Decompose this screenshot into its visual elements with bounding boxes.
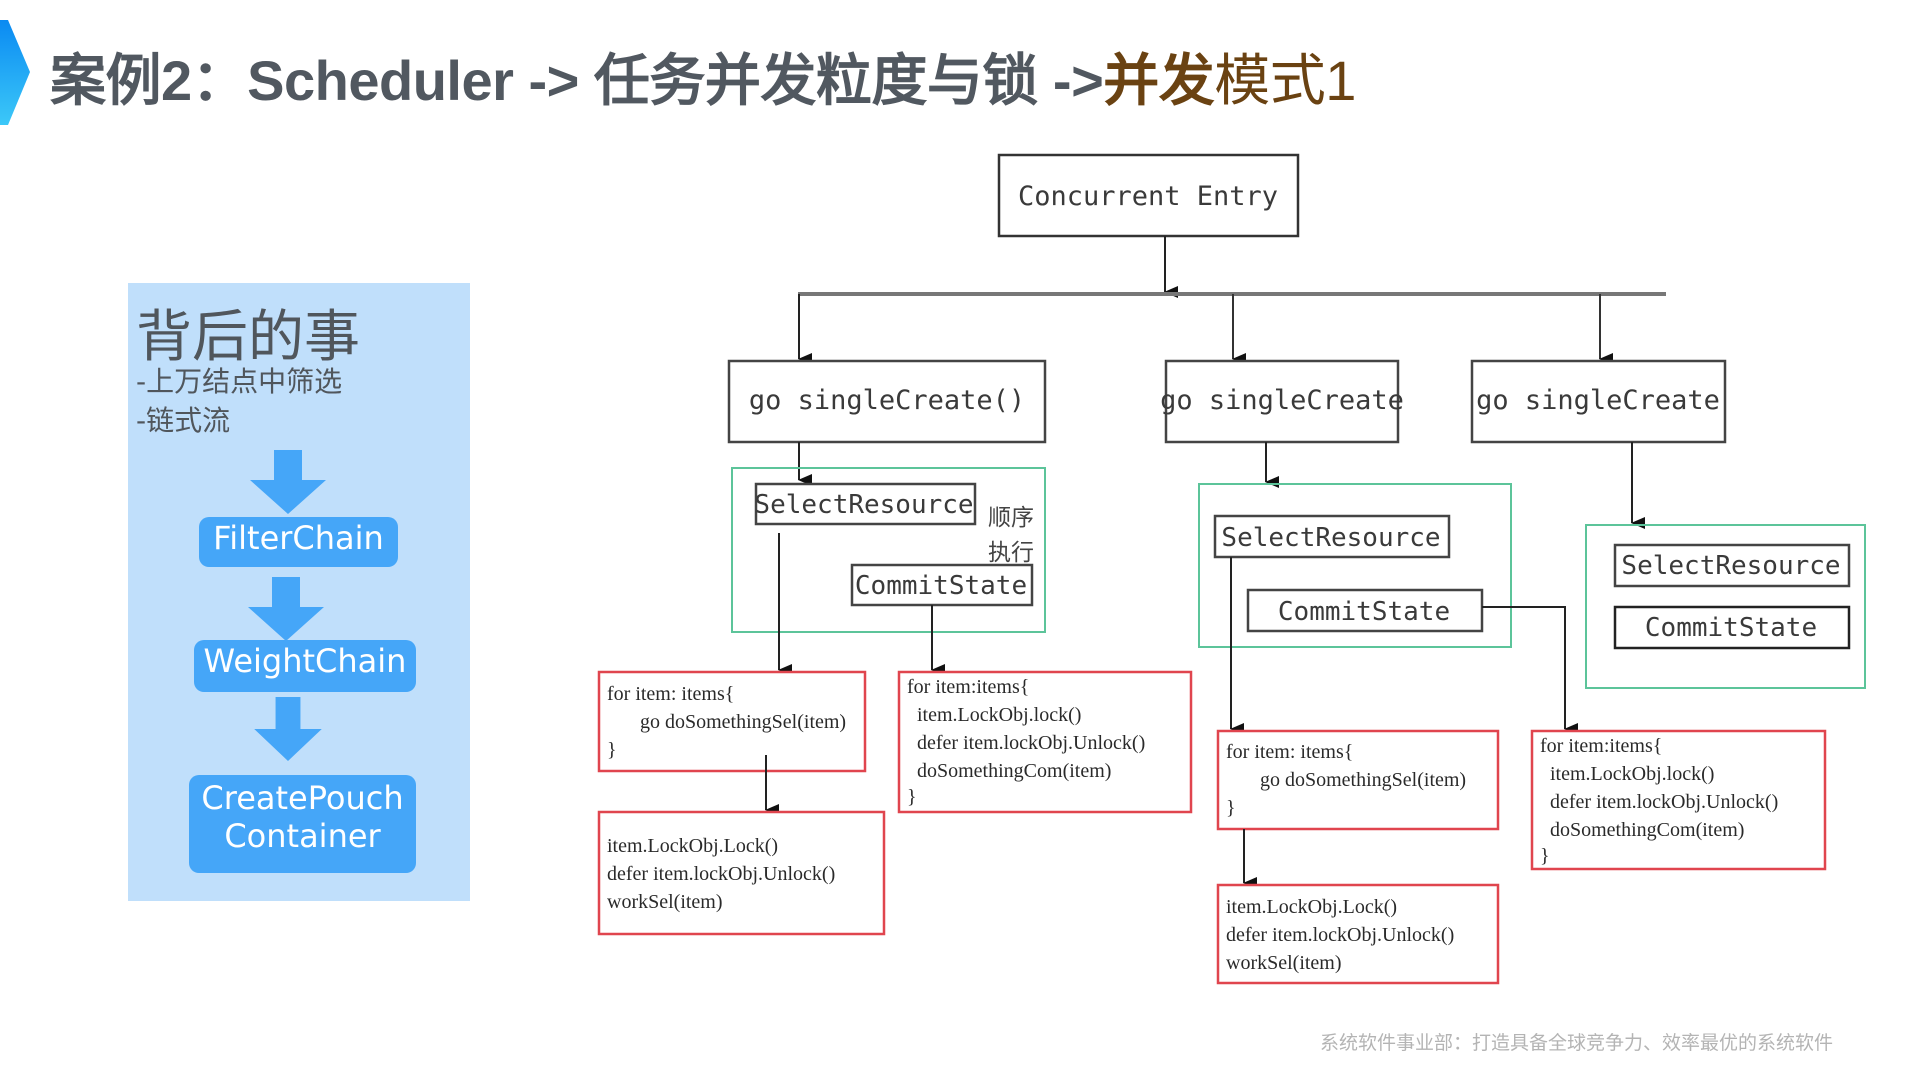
footer-tagline: 系统软件事业部：打造具备全球竞争力、效率最优的系统软件 bbox=[1320, 1032, 1834, 1054]
code-line: go doSomethingSel(item) bbox=[1240, 769, 1466, 791]
w2-select-work: item.LockObj.Lock() defer item.lockObj.U… bbox=[1216, 883, 1500, 985]
code-line: for item: items{ bbox=[1226, 741, 1353, 763]
code-line: } bbox=[907, 786, 917, 808]
code-line: workSel(item) bbox=[607, 891, 723, 913]
w2-commit-loop: for item:items{ item.LockObj.lock() defe… bbox=[1530, 729, 1827, 871]
worker-label-3: go singleCreate bbox=[1476, 385, 1720, 416]
code-line: for item:items{ bbox=[907, 676, 1029, 698]
entry-node: Concurrent Entry bbox=[997, 153, 1300, 238]
code-line: defer item.lockObj.Unlock() bbox=[1540, 791, 1778, 813]
worker-label-2: go singleCreate bbox=[1160, 385, 1404, 416]
worker-label-1: go singleCreate() bbox=[749, 385, 1025, 416]
code-line: workSel(item) bbox=[1226, 952, 1342, 974]
code-line: for item:items{ bbox=[1540, 735, 1662, 757]
code-line: } bbox=[607, 739, 617, 761]
worker2-stage-group: SelectResource CommitState bbox=[1198, 483, 1512, 648]
code-line: defer item.lockObj.Unlock() bbox=[907, 732, 1145, 754]
code-line: for item: items{ bbox=[607, 683, 734, 705]
sequential-note-line1: 顺序 bbox=[988, 505, 1034, 531]
worker3-commit: CommitState bbox=[1645, 613, 1817, 643]
worker1-commit: CommitState bbox=[855, 571, 1027, 601]
code-line: go doSomethingSel(item) bbox=[620, 711, 846, 733]
worker2-select: SelectResource bbox=[1221, 523, 1440, 553]
w2-select-loop: for item: items{ go doSomethingSel(item)… bbox=[1216, 729, 1500, 831]
worker2-commit: CommitState bbox=[1278, 597, 1450, 627]
worker2-commit-arrow bbox=[1482, 606, 1578, 735]
worker3-select: SelectResource bbox=[1621, 551, 1840, 581]
concurrency-diagram: Concurrent Entry go singleCreate() Selec… bbox=[597, 153, 1866, 985]
code-line: } bbox=[1226, 797, 1236, 819]
code-line: item.LockObj.lock() bbox=[907, 704, 1081, 726]
code-line: item.LockObj.lock() bbox=[1540, 763, 1714, 785]
worker-node-2: go singleCreate bbox=[1160, 359, 1404, 444]
worker1-select: SelectResource bbox=[754, 490, 973, 520]
code-line: doSomethingCom(item) bbox=[907, 760, 1111, 782]
worker-node-3: go singleCreate bbox=[1470, 359, 1727, 444]
code-line: } bbox=[1540, 845, 1550, 867]
code-line: defer item.lockObj.Unlock() bbox=[1226, 924, 1454, 946]
code-line: doSomethingCom(item) bbox=[1540, 819, 1744, 841]
w1-select-loop: for item: items{ go doSomethingSel(item)… bbox=[597, 670, 867, 773]
w1-commit-loop: for item:items{ item.LockObj.lock() defe… bbox=[897, 670, 1193, 814]
w1-select-work: item.LockObj.Lock() defer item.lockObj.U… bbox=[597, 810, 886, 936]
worker-node-1: go singleCreate() bbox=[727, 359, 1047, 444]
code-line: defer item.lockObj.Unlock() bbox=[607, 863, 835, 885]
entry-label: Concurrent Entry bbox=[1018, 181, 1278, 212]
worker3-stage-group: SelectResource CommitState bbox=[1585, 524, 1866, 689]
code-line: item.LockObj.Lock() bbox=[1226, 896, 1397, 918]
code-line: item.LockObj.Lock() bbox=[607, 835, 778, 857]
sequential-note-line2: 执行 bbox=[988, 540, 1034, 566]
